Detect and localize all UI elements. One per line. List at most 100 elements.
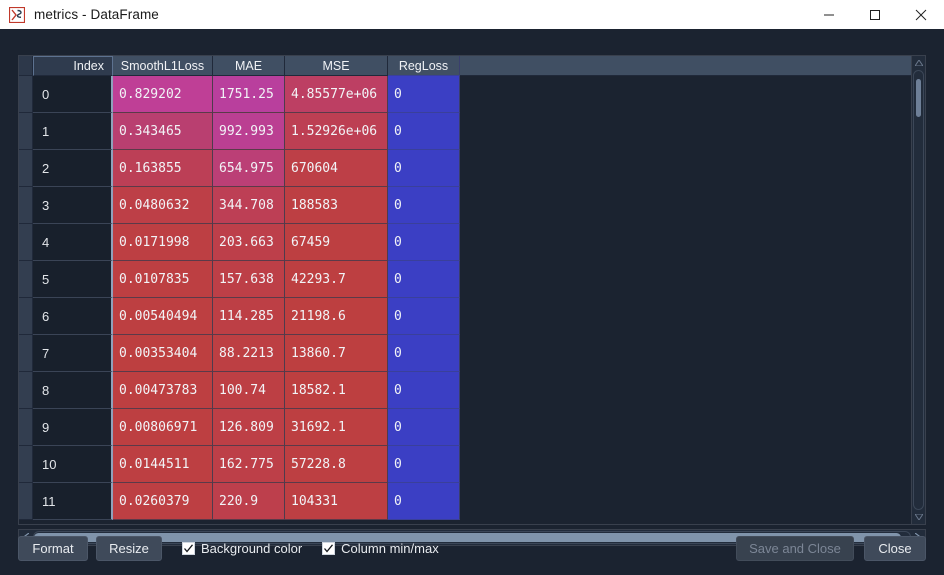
cell-smoothl1loss[interactable]: 0.00473783 <box>113 372 213 409</box>
cell-mse[interactable]: 4.85577e+06 <box>285 76 388 113</box>
cell-index[interactable]: 2 <box>33 150 113 187</box>
cell-index[interactable]: 8 <box>33 372 113 409</box>
cell-index[interactable]: 6 <box>33 298 113 335</box>
table-row[interactable]: 4 0.0171998 203.663 67459 0 <box>19 224 925 261</box>
row-gutter[interactable] <box>19 483 33 520</box>
cell-smoothl1loss[interactable]: 0.0260379 <box>113 483 213 520</box>
cell-mae[interactable]: 88.2213 <box>213 335 285 372</box>
table-row[interactable]: 7 0.00353404 88.2213 13860.7 0 <box>19 335 925 372</box>
cell-index[interactable]: 1 <box>33 113 113 150</box>
table-row[interactable]: 8 0.00473783 100.74 18582.1 0 <box>19 372 925 409</box>
vertical-scrollbar[interactable] <box>911 56 925 524</box>
cell-regloss[interactable]: 0 <box>388 409 460 446</box>
table-row[interactable]: 0 0.829202 1751.25 4.85577e+06 0 <box>19 76 925 113</box>
cell-index[interactable]: 3 <box>33 187 113 224</box>
row-gutter[interactable] <box>19 409 33 446</box>
cell-regloss[interactable]: 0 <box>388 446 460 483</box>
close-button[interactable]: Close <box>864 535 926 561</box>
vertical-scroll-track[interactable] <box>913 70 924 510</box>
cell-index[interactable]: 7 <box>33 335 113 372</box>
header-cell-mae[interactable]: MAE <box>213 56 285 76</box>
cell-regloss[interactable]: 0 <box>388 76 460 113</box>
header-cell-regloss[interactable]: RegLoss <box>388 56 460 76</box>
cell-regloss[interactable]: 0 <box>388 372 460 409</box>
cell-mae[interactable]: 992.993 <box>213 113 285 150</box>
row-gutter[interactable] <box>19 298 33 335</box>
cell-smoothl1loss[interactable]: 0.829202 <box>113 76 213 113</box>
background-color-checkbox[interactable]: Background color <box>182 541 302 556</box>
cell-mae[interactable]: 157.638 <box>213 261 285 298</box>
scroll-up-arrow-icon[interactable] <box>912 56 925 70</box>
cell-mae[interactable]: 126.809 <box>213 409 285 446</box>
dataframe-table[interactable]: Index SmoothL1Loss MAE MSE RegLoss 0 0.82… <box>18 55 926 525</box>
close-icon[interactable] <box>898 0 944 29</box>
cell-mae[interactable]: 654.975 <box>213 150 285 187</box>
table-row[interactable]: 10 0.0144511 162.775 57228.8 0 <box>19 446 925 483</box>
header-cell-smoothl1loss[interactable]: SmoothL1Loss <box>113 56 213 76</box>
header-corner-cell[interactable] <box>19 56 33 76</box>
cell-mse[interactable]: 104331 <box>285 483 388 520</box>
row-gutter[interactable] <box>19 150 33 187</box>
cell-smoothl1loss[interactable]: 0.0171998 <box>113 224 213 261</box>
table-row[interactable]: 9 0.00806971 126.809 31692.1 0 <box>19 409 925 446</box>
cell-mae[interactable]: 114.285 <box>213 298 285 335</box>
header-cell-mse[interactable]: MSE <box>285 56 388 76</box>
cell-mse[interactable]: 188583 <box>285 187 388 224</box>
cell-mae[interactable]: 100.74 <box>213 372 285 409</box>
cell-index[interactable]: 11 <box>33 483 113 520</box>
cell-smoothl1loss[interactable]: 0.0144511 <box>113 446 213 483</box>
row-gutter[interactable] <box>19 187 33 224</box>
cell-mae[interactable]: 220.9 <box>213 483 285 520</box>
cell-regloss[interactable]: 0 <box>388 298 460 335</box>
row-gutter[interactable] <box>19 335 33 372</box>
cell-smoothl1loss[interactable]: 0.0480632 <box>113 187 213 224</box>
save-and-close-button[interactable]: Save and Close <box>736 535 854 561</box>
cell-regloss[interactable]: 0 <box>388 483 460 520</box>
cell-mse[interactable]: 21198.6 <box>285 298 388 335</box>
table-row[interactable]: 6 0.00540494 114.285 21198.6 0 <box>19 298 925 335</box>
table-row[interactable]: 3 0.0480632 344.708 188583 0 <box>19 187 925 224</box>
table-row[interactable]: 11 0.0260379 220.9 104331 0 <box>19 483 925 520</box>
vertical-scroll-thumb[interactable] <box>916 79 921 118</box>
cell-mae[interactable]: 1751.25 <box>213 76 285 113</box>
row-gutter[interactable] <box>19 446 33 483</box>
scroll-down-arrow-icon[interactable] <box>912 510 925 524</box>
row-gutter[interactable] <box>19 76 33 113</box>
cell-index[interactable]: 9 <box>33 409 113 446</box>
cell-smoothl1loss[interactable]: 0.0107835 <box>113 261 213 298</box>
cell-smoothl1loss[interactable]: 0.343465 <box>113 113 213 150</box>
cell-regloss[interactable]: 0 <box>388 187 460 224</box>
table-row[interactable]: 5 0.0107835 157.638 42293.7 0 <box>19 261 925 298</box>
row-gutter[interactable] <box>19 113 33 150</box>
header-cell-index[interactable]: Index <box>33 56 113 76</box>
cell-index[interactable]: 0 <box>33 76 113 113</box>
table-row[interactable]: 2 0.163855 654.975 670604 0 <box>19 150 925 187</box>
cell-mse[interactable]: 67459 <box>285 224 388 261</box>
cell-mse[interactable]: 670604 <box>285 150 388 187</box>
cell-regloss[interactable]: 0 <box>388 224 460 261</box>
cell-mse[interactable]: 57228.8 <box>285 446 388 483</box>
table-row[interactable]: 1 0.343465 992.993 1.52926e+06 0 <box>19 113 925 150</box>
format-button[interactable]: Format <box>18 535 88 561</box>
row-gutter[interactable] <box>19 261 33 298</box>
resize-button[interactable]: Resize <box>96 535 162 561</box>
cell-regloss[interactable]: 0 <box>388 335 460 372</box>
cell-mse[interactable]: 1.52926e+06 <box>285 113 388 150</box>
cell-mse[interactable]: 18582.1 <box>285 372 388 409</box>
cell-regloss[interactable]: 0 <box>388 261 460 298</box>
maximize-icon[interactable] <box>852 0 898 29</box>
cell-mae[interactable]: 203.663 <box>213 224 285 261</box>
cell-index[interactable]: 5 <box>33 261 113 298</box>
cell-index[interactable]: 10 <box>33 446 113 483</box>
cell-smoothl1loss[interactable]: 0.00806971 <box>113 409 213 446</box>
cell-mae[interactable]: 344.708 <box>213 187 285 224</box>
cell-smoothl1loss[interactable]: 0.163855 <box>113 150 213 187</box>
cell-mse[interactable]: 42293.7 <box>285 261 388 298</box>
cell-regloss[interactable]: 0 <box>388 150 460 187</box>
column-minmax-checkbox[interactable]: Column min/max <box>322 541 439 556</box>
cell-regloss[interactable]: 0 <box>388 113 460 150</box>
cell-index[interactable]: 4 <box>33 224 113 261</box>
cell-smoothl1loss[interactable]: 0.00353404 <box>113 335 213 372</box>
row-gutter[interactable] <box>19 372 33 409</box>
cell-mae[interactable]: 162.775 <box>213 446 285 483</box>
